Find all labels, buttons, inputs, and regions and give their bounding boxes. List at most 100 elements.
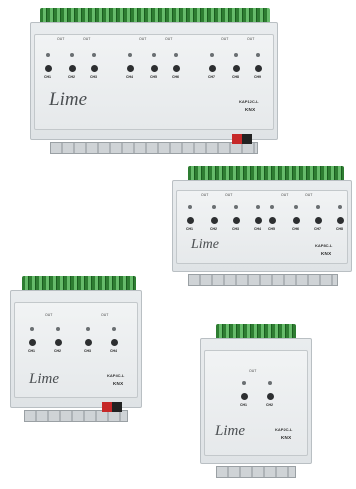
channel-push-button[interactable] — [269, 217, 276, 224]
channel-label: CH1 — [240, 403, 248, 407]
channel-label: CH2 — [266, 403, 274, 407]
channel-label: CH8 — [336, 227, 344, 231]
din-rail-foot — [216, 466, 296, 478]
channel-push-button[interactable] — [337, 217, 344, 224]
channel-label: CH1 — [28, 349, 36, 353]
status-led — [46, 53, 50, 57]
channel-push-button[interactable] — [233, 65, 240, 72]
status-led — [112, 327, 116, 331]
channel-push-button[interactable] — [241, 393, 248, 400]
status-led — [92, 53, 96, 57]
channel-label: CH3 — [232, 227, 240, 231]
channel-label: CH5 — [150, 75, 158, 79]
bus-terminal-black — [242, 134, 252, 144]
status-led — [338, 205, 342, 209]
channel-label: CH8 — [232, 75, 240, 79]
model-number: KAP4C-L — [107, 373, 125, 378]
channel-push-button[interactable] — [255, 65, 262, 72]
din-rail-foot — [50, 142, 258, 154]
out-label: OUT — [249, 369, 257, 373]
status-led — [234, 53, 238, 57]
channel-push-button[interactable] — [267, 393, 274, 400]
status-led — [270, 205, 274, 209]
model-number: KAP12C-L — [239, 99, 259, 104]
channel-label: CH5 — [268, 227, 276, 231]
status-led — [188, 205, 192, 209]
actuator-12ch: OUT OUT OUT OUT OUT OUT CH1 CH2 CH3 CH4 CH5 C… — [30, 8, 278, 154]
channel-push-button[interactable] — [151, 65, 158, 72]
knx-logo: KNX — [321, 251, 332, 256]
knx-logo: KNX — [245, 107, 256, 112]
channel-push-button[interactable] — [85, 339, 92, 346]
out-label: OUT — [225, 193, 233, 197]
front-panel: OUT CH1 CH2 Lime KAP2C-L KNX — [204, 350, 308, 456]
channel-push-button[interactable] — [173, 65, 180, 72]
out-label: OUT — [83, 37, 91, 41]
channel-push-button[interactable] — [45, 65, 52, 72]
channel-label: CH9 — [254, 75, 262, 79]
channel-push-button[interactable] — [127, 65, 134, 72]
actuator-2ch: OUT CH1 CH2 Lime KAP2C-L KNX — [200, 324, 312, 478]
status-led — [174, 53, 178, 57]
channel-push-button[interactable] — [111, 339, 118, 346]
channel-label: CH2 — [68, 75, 76, 79]
status-led — [70, 53, 74, 57]
status-led — [56, 327, 60, 331]
channel-push-button[interactable] — [69, 65, 76, 72]
channel-push-button[interactable] — [209, 65, 216, 72]
channel-label: CH1 — [186, 227, 194, 231]
out-label: OUT — [221, 37, 229, 41]
bus-terminal-red — [232, 134, 242, 144]
out-label: OUT — [165, 37, 173, 41]
channel-push-button[interactable] — [55, 339, 62, 346]
status-led — [128, 53, 132, 57]
channel-push-button[interactable] — [29, 339, 36, 346]
channel-label: CH4 — [126, 75, 134, 79]
out-label: OUT — [281, 193, 289, 197]
bus-terminal-red — [102, 402, 112, 412]
channel-label: CH2 — [210, 227, 218, 231]
channel-push-button[interactable] — [91, 65, 98, 72]
brand-logo: Lime — [49, 89, 87, 110]
bus-terminal-black — [112, 402, 122, 412]
brand-logo: Lime — [29, 371, 59, 387]
status-led — [86, 327, 90, 331]
out-label: OUT — [101, 313, 109, 317]
front-panel: OUT OUT OUT OUT OUT OUT CH1 CH2 CH3 CH4 CH5 C… — [34, 34, 274, 130]
status-led — [152, 53, 156, 57]
channel-label: CH2 — [54, 349, 62, 353]
channel-label: CH6 — [292, 227, 300, 231]
status-led — [212, 205, 216, 209]
model-number: KAP8C-L — [315, 243, 333, 248]
channel-push-button[interactable] — [233, 217, 240, 224]
channel-push-button[interactable] — [255, 217, 262, 224]
model-number: KAP2C-L — [275, 427, 293, 432]
channel-label: CH3 — [84, 349, 92, 353]
channel-push-button[interactable] — [187, 217, 194, 224]
status-led — [242, 381, 246, 385]
out-label: OUT — [201, 193, 209, 197]
channel-push-button[interactable] — [315, 217, 322, 224]
status-led — [30, 327, 34, 331]
channel-label: CH7 — [208, 75, 216, 79]
channel-label: CH4 — [254, 227, 262, 231]
front-panel: OUT OUT CH1 CH2 CH3 CH4 Lime KAP4C-L KNX — [14, 302, 138, 398]
channel-push-button[interactable] — [293, 217, 300, 224]
status-led — [256, 53, 260, 57]
knx-logo: KNX — [113, 381, 124, 386]
channel-label: CH4 — [110, 349, 118, 353]
actuator-4ch: OUT OUT CH1 CH2 CH3 CH4 Lime KAP4C-L KNX — [10, 276, 142, 422]
channel-label: CH3 — [90, 75, 98, 79]
front-panel: OUT OUT OUT OUT CH1 CH2 CH3 CH4 CH5 CH6 CH7 CH8… — [176, 190, 348, 264]
out-label: OUT — [305, 193, 313, 197]
channel-push-button[interactable] — [211, 217, 218, 224]
din-rail-foot — [188, 274, 338, 286]
out-label: OUT — [57, 37, 65, 41]
status-led — [316, 205, 320, 209]
status-led — [210, 53, 214, 57]
status-led — [268, 381, 272, 385]
out-label: OUT — [45, 313, 53, 317]
out-label: OUT — [139, 37, 147, 41]
channel-label: CH7 — [314, 227, 322, 231]
brand-logo: Lime — [215, 423, 245, 439]
